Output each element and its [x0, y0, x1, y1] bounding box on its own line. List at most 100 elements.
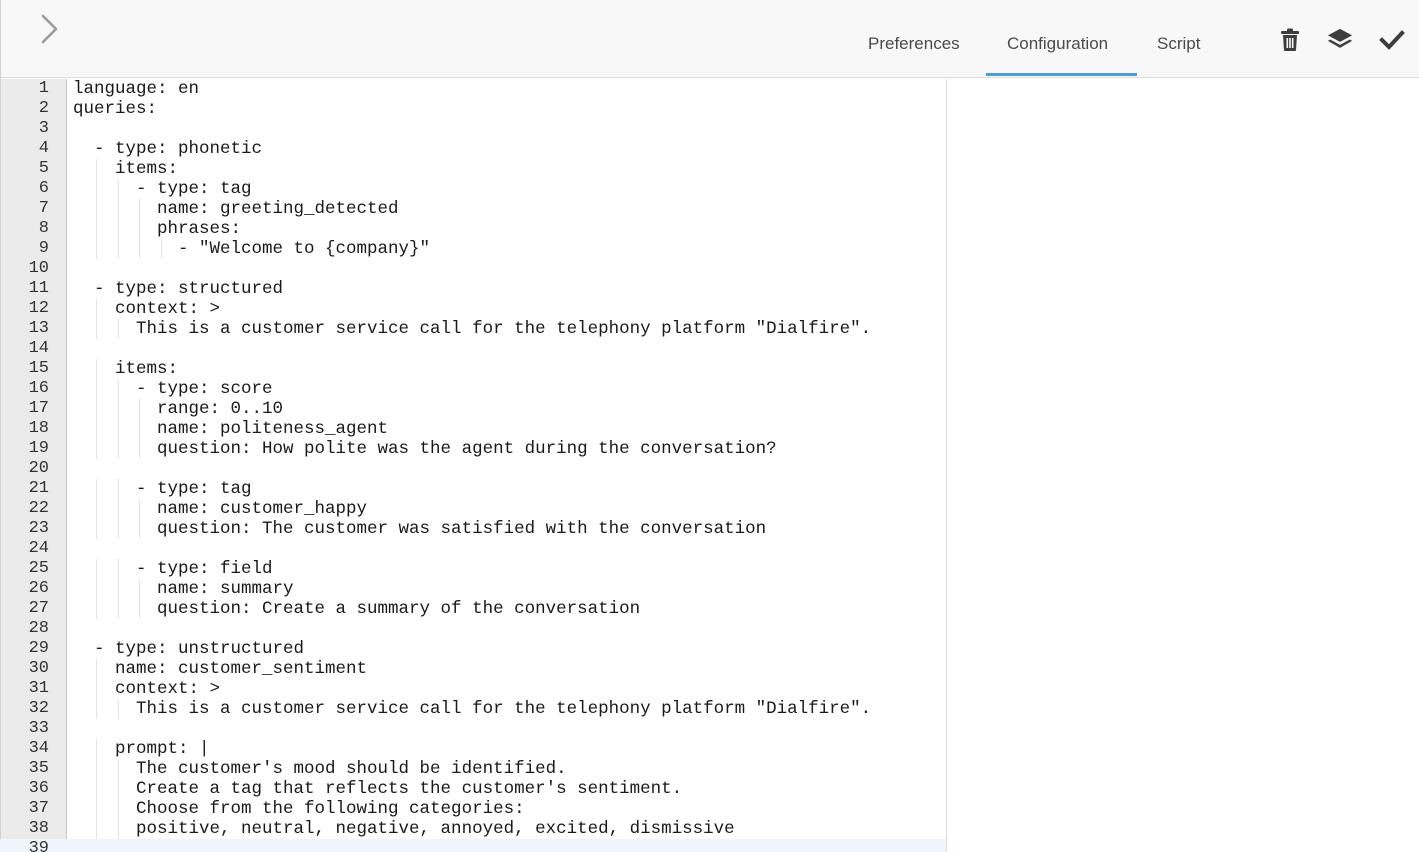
- code-line[interactable]: 3: [0, 119, 947, 139]
- code-text: language: en: [73, 79, 200, 99]
- code-text: This is a customer service call for the …: [73, 319, 872, 339]
- line-number: 31: [28, 679, 49, 698]
- line-number: 14: [28, 339, 49, 358]
- line-number: 38: [28, 819, 49, 838]
- code-line[interactable]: 37 Choose from the following categories:: [0, 799, 947, 819]
- code-line[interactable]: 33: [0, 719, 947, 739]
- code-text: positive, neutral, negative, annoyed, ex…: [73, 819, 735, 839]
- code-text: items:: [73, 159, 179, 179]
- code-text: prompt: |: [73, 739, 210, 759]
- line-number: 30: [28, 659, 49, 678]
- line-number: 27: [28, 599, 49, 618]
- line-number: 35: [28, 759, 49, 778]
- line-number: 28: [28, 619, 49, 638]
- code-line[interactable]: 34 prompt: |: [0, 739, 947, 759]
- code-line[interactable]: 5 items:: [0, 159, 947, 179]
- code-line[interactable]: 21 - type: tag: [0, 479, 947, 499]
- code-line[interactable]: 36 Create a tag that reflects the custom…: [0, 779, 947, 799]
- line-number: 25: [28, 559, 49, 578]
- line-number: 32: [28, 699, 49, 718]
- trash-icon[interactable]: [1277, 27, 1303, 53]
- code-text: range: 0..10: [73, 399, 284, 419]
- code-line[interactable]: 32 This is a customer service call for t…: [0, 699, 947, 719]
- code-line[interactable]: 16 - type: score: [0, 379, 947, 399]
- code-editor[interactable]: 1 language: en 2 queries: 3 4 - type: phoneti…: [0, 79, 947, 852]
- code-line[interactable]: 39: [0, 839, 947, 852]
- code-line[interactable]: 13 This is a customer service call for t…: [0, 319, 947, 339]
- line-number: 13: [28, 319, 49, 338]
- line-number: 36: [28, 779, 49, 798]
- code-line[interactable]: 17 range: 0..10: [0, 399, 947, 419]
- code-line[interactable]: 29 - type: unstructured: [0, 639, 947, 659]
- line-number: 18: [28, 419, 49, 438]
- code-line[interactable]: 14: [0, 339, 947, 359]
- code-line[interactable]: 18 name: politeness_agent: [0, 419, 947, 439]
- code-line[interactable]: 10: [0, 259, 947, 279]
- code-line[interactable]: 25 - type: field: [0, 559, 947, 579]
- code-line[interactable]: 1 language: en: [0, 79, 947, 99]
- code-text: The customer's mood should be identified…: [73, 759, 567, 779]
- code-text: name: customer_sentiment: [73, 659, 368, 679]
- code-text: - type: unstructured: [73, 639, 305, 659]
- code-line[interactable]: 23 question: The customer was satisfied …: [0, 519, 947, 539]
- line-number: 6: [38, 179, 49, 198]
- code-text: items:: [73, 359, 179, 379]
- code-line[interactable]: 2 queries:: [0, 99, 947, 119]
- line-number: 39: [28, 839, 49, 852]
- code-line[interactable]: 20: [0, 459, 947, 479]
- tab-preferences[interactable]: Preferences: [868, 34, 960, 56]
- code-line[interactable]: 12 context: >: [0, 299, 947, 319]
- line-number: 4: [38, 139, 49, 158]
- code-line[interactable]: 31 context: >: [0, 679, 947, 699]
- checkmark-icon[interactable]: [1379, 27, 1405, 53]
- code-line[interactable]: 38 positive, neutral, negative, annoyed,…: [0, 819, 947, 839]
- code-text: - type: structured: [73, 279, 284, 299]
- code-line[interactable]: 27 question: Create a summary of the con…: [0, 599, 947, 619]
- line-number: 7: [38, 199, 49, 218]
- line-number: 17: [28, 399, 49, 418]
- code-line[interactable]: 24: [0, 539, 947, 559]
- code-text: - type: field: [73, 559, 273, 579]
- top-toolbar: [0, 0, 1419, 78]
- code-line[interactable]: 19 question: How polite was the agent du…: [0, 439, 947, 459]
- line-number: 24: [28, 539, 49, 558]
- tab-configuration[interactable]: Configuration: [1007, 34, 1108, 56]
- code-line[interactable]: 9 - "Welcome to {company}": [0, 239, 947, 259]
- tab-script[interactable]: Script: [1157, 34, 1200, 56]
- line-number: 3: [38, 119, 49, 138]
- code-line[interactable]: 8 phrases:: [0, 219, 947, 239]
- line-number: 33: [28, 719, 49, 738]
- code-text: question: How polite was the agent durin…: [73, 439, 777, 459]
- line-number: 37: [28, 799, 49, 818]
- code-line[interactable]: 15 items:: [0, 359, 947, 379]
- code-line[interactable]: 11 - type: structured: [0, 279, 947, 299]
- line-number: 2: [38, 99, 49, 118]
- code-line[interactable]: 30 name: customer_sentiment: [0, 659, 947, 679]
- line-number: 26: [28, 579, 49, 598]
- line-number: 1: [38, 79, 49, 98]
- code-line[interactable]: 6 - type: tag: [0, 179, 947, 199]
- code-text: question: Create a summary of the conver…: [73, 599, 641, 619]
- line-number: 9: [38, 239, 49, 258]
- code-text: name: greeting_detected: [73, 199, 399, 219]
- code-text: - type: phonetic: [73, 139, 263, 159]
- code-text: - type: score: [73, 379, 273, 399]
- code-line[interactable]: 35 The customer's mood should be identif…: [0, 759, 947, 779]
- code-text: Choose from the following categories:: [73, 799, 525, 819]
- code-line[interactable]: 22 name: customer_happy: [0, 499, 947, 519]
- code-text: context: >: [73, 299, 221, 319]
- chevron-right-icon[interactable]: [36, 12, 64, 46]
- code-text: Create a tag that reflects the customer'…: [73, 779, 683, 799]
- line-number: 11: [28, 279, 49, 298]
- code-line[interactable]: 4 - type: phonetic: [0, 139, 947, 159]
- line-number: 19: [28, 439, 49, 458]
- code-line[interactable]: 28: [0, 619, 947, 639]
- line-number: 5: [38, 159, 49, 178]
- code-text: - "Welcome to {company}": [73, 239, 431, 259]
- code-line[interactable]: 26 name: summary: [0, 579, 947, 599]
- editor-lines: 1 language: en 2 queries: 3 4 - type: phoneti…: [0, 79, 947, 852]
- line-number: 12: [28, 299, 49, 318]
- code-text: name: summary: [73, 579, 294, 599]
- code-line[interactable]: 7 name: greeting_detected: [0, 199, 947, 219]
- layers-icon[interactable]: [1327, 27, 1353, 53]
